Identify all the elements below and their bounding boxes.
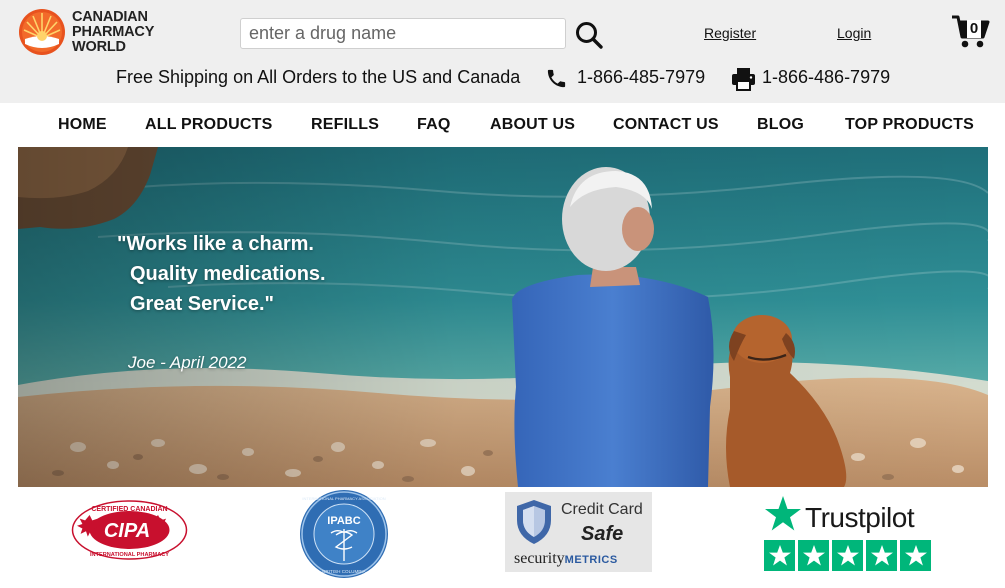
trustpilot-badge[interactable]: Trustpilot bbox=[764, 492, 934, 572]
main-nav: HOME ALL PRODUCTS REFILLS FAQ ABOUT US C… bbox=[0, 103, 1005, 147]
trust-badges: CERTIFIED CANADIAN CIPA INTERNATIONAL PH… bbox=[0, 487, 1005, 588]
quote-line-2: Quality medications. bbox=[130, 263, 326, 285]
fax-icon bbox=[732, 68, 755, 91]
site-header: CANADIAN PHARMACY WORLD Register Login 0… bbox=[0, 0, 1005, 103]
nav-blog[interactable]: BLOG bbox=[757, 116, 804, 134]
logo-line-3: WORLD bbox=[72, 39, 126, 55]
cipa-badge[interactable]: CERTIFIED CANADIAN CIPA INTERNATIONAL PH… bbox=[71, 499, 188, 561]
ipabc-badge[interactable]: IPABC INTERNATIONAL PHARMACY ASSOCIATION… bbox=[299, 489, 389, 579]
phone-number-link[interactable]: 1-866-485-7979 bbox=[577, 67, 705, 88]
cart-count-badge: 0 bbox=[967, 20, 981, 38]
ipabc-text: IPABC bbox=[327, 515, 360, 527]
testimonial-author: Joe - April 2022 bbox=[128, 353, 247, 372]
quote-line-1: "Works like a charm. bbox=[117, 233, 314, 255]
ipabc-ring-bottom: BRITISH COLUMBIA bbox=[322, 569, 366, 574]
security-metrics-badge[interactable]: Credit Card Safe securityMETRICS bbox=[505, 492, 652, 572]
search-icon[interactable] bbox=[574, 20, 604, 50]
secm-word-metrics: METRICS bbox=[564, 554, 618, 566]
logo-line-1: CANADIAN bbox=[72, 9, 148, 25]
nav-refills[interactable]: REFILLS bbox=[311, 116, 379, 134]
trustpilot-star-icon bbox=[765, 496, 801, 531]
nav-contact-us[interactable]: CONTACT US bbox=[613, 116, 719, 134]
phone-icon bbox=[547, 69, 566, 88]
cipa-top-text: CERTIFIED CANADIAN bbox=[91, 506, 167, 513]
star-icon bbox=[866, 540, 897, 571]
cipa-logo-text: CIPA bbox=[104, 520, 150, 542]
ipabc-ring-top: INTERNATIONAL PHARMACY ASSOCIATION bbox=[302, 496, 385, 501]
star-icon bbox=[900, 540, 931, 571]
cipa-bottom-text: INTERNATIONAL PHARMACY bbox=[90, 552, 169, 558]
fax-number-link[interactable]: 1-866-486-7979 bbox=[762, 67, 890, 88]
quote-line-3: Great Service." bbox=[130, 293, 275, 315]
secm-safe-text: Safe bbox=[581, 523, 624, 545]
nav-about-us[interactable]: ABOUT US bbox=[490, 116, 575, 134]
shield-icon bbox=[517, 500, 551, 544]
nav-faq[interactable]: FAQ bbox=[417, 116, 451, 134]
nav-all-products[interactable]: ALL PRODUCTS bbox=[145, 116, 272, 134]
trustpilot-name: Trustpilot bbox=[805, 502, 915, 533]
free-shipping-text: Free Shipping on All Orders to the US an… bbox=[116, 67, 521, 87]
nav-home[interactable]: HOME bbox=[58, 116, 107, 134]
hero-banner: "Works like a charm. Quality medications… bbox=[18, 147, 988, 487]
star-icon bbox=[764, 540, 795, 571]
register-link[interactable]: Register bbox=[704, 25, 756, 41]
nav-top-products[interactable]: TOP PRODUCTS bbox=[845, 116, 974, 134]
secm-credit-card-text: Credit Card bbox=[561, 501, 643, 518]
trustpilot-rating bbox=[764, 540, 931, 571]
login-link[interactable]: Login bbox=[837, 25, 871, 41]
search-input[interactable] bbox=[240, 18, 566, 49]
logo-line-2: PHARMACY bbox=[72, 24, 155, 40]
secm-wordmark: securityMETRICS bbox=[514, 550, 618, 568]
star-icon bbox=[832, 540, 863, 571]
testimonial-quote: "Works like a charm. Quality medications… bbox=[117, 229, 326, 319]
site-logo[interactable]: CANADIAN PHARMACY WORLD bbox=[18, 8, 163, 56]
secm-word-security: security bbox=[514, 550, 565, 567]
logo-wordmark: CANADIAN PHARMACY WORLD bbox=[72, 10, 154, 55]
star-icon bbox=[798, 540, 829, 571]
sunburst-logo-icon bbox=[19, 9, 65, 55]
